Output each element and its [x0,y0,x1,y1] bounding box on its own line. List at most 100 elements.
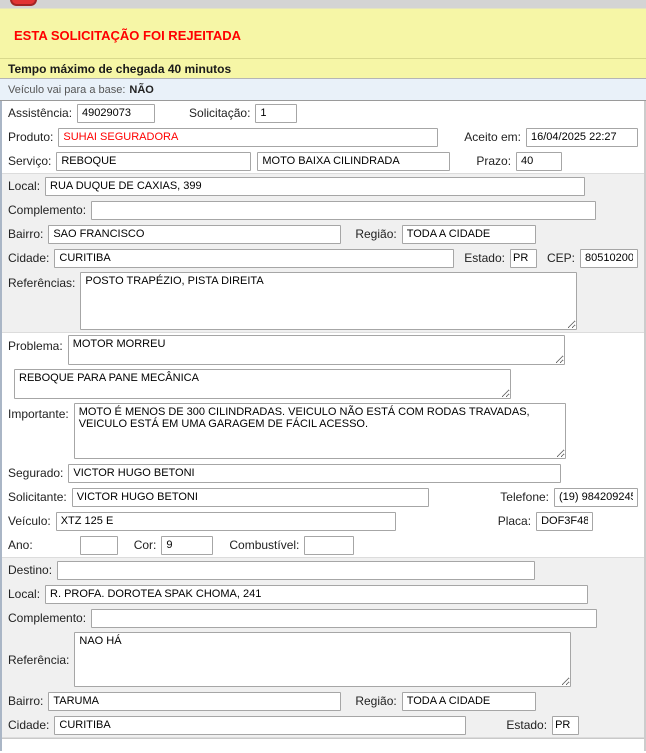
destino-regiao-input[interactable] [402,692,536,711]
destino-estado-label: Estado: [506,718,547,732]
servico-label: Serviço: [8,154,51,168]
bottom-cutoff-strip [2,738,644,745]
prazo-input[interactable] [516,152,562,171]
destino-bairro-label: Bairro: [8,694,43,708]
ano-label: Ano: [8,538,33,552]
destino-referencia-label: Referência: [8,653,69,667]
vehicle-row: Veículo: Placa: [2,509,644,533]
solicitante-input[interactable] [72,488,429,507]
produto-label: Produto: [8,130,53,144]
important-row: Importante: MOTO É MENOS DE 300 CILINDRA… [2,401,644,461]
combustivel-input[interactable] [304,536,354,555]
regiao-input[interactable] [402,225,536,244]
bairro-input[interactable] [48,225,341,244]
local-input[interactable] [45,177,585,196]
destination-city-row: Cidade: Estado: [2,713,644,737]
cep-label: CEP: [547,251,575,265]
destino-complemento-label: Complemento: [8,611,86,625]
assistencia-label: Assistência: [8,106,72,120]
produto-input[interactable] [58,128,438,147]
destino-referencia-textarea[interactable]: NAO HÁ [74,632,571,687]
destino-label: Destino: [8,563,52,577]
problema-textarea[interactable]: MOTOR MORREU [68,335,565,365]
placa-input[interactable] [536,512,593,531]
aceito-em-input[interactable] [526,128,638,147]
destino-cidade-input[interactable] [54,716,466,735]
service-row: Serviço: Prazo: [2,149,644,173]
importante-textarea[interactable]: MOTO É MENOS DE 300 CILINDRADAS. VEICULO… [74,403,566,459]
referencias-label: Referências: [8,272,75,290]
requester-row: Solicitante: Telefone: [2,485,644,509]
referencias-textarea[interactable]: POSTO TRAPÉZIO, PISTA DIREITA [80,272,577,330]
destino-estado-input[interactable] [552,716,579,735]
destination-section: Destino: Local: Complemento: Referência:… [2,557,644,738]
origin-complement-row: Complemento: [2,198,644,222]
destination-local-row: Local: [2,582,644,606]
estado-label: Estado: [464,251,505,265]
rejected-status-icon [10,0,37,6]
servico-input[interactable] [56,152,251,171]
destino-input[interactable] [57,561,535,580]
problema-extra-textarea[interactable]: REBOQUE PARA PANE MECÂNICA [14,369,511,399]
complemento-label: Complemento: [8,203,86,217]
importante-label: Importante: [8,403,69,421]
insured-row: Segurado: [2,461,644,485]
problem-extra-row: REBOQUE PARA PANE MECÂNICA [2,367,644,401]
regiao-label: Região: [355,227,396,241]
destination-reference-row: Referência: NAO HÁ [2,630,644,689]
servico-tipo-input[interactable] [257,152,450,171]
rejected-banner-text: ESTA SOLICITAÇÃO FOI REJEITADA [14,28,241,43]
prazo-label: Prazo: [476,154,511,168]
telefone-label: Telefone: [500,490,549,504]
year-color-fuel-row: Ano: Cor: Combustível: [2,533,644,557]
origin-city-row: Cidade: Estado: CEP: [2,246,644,270]
destino-local-label: Local: [8,587,40,601]
cidade-label: Cidade: [8,251,49,265]
solicitacao-input[interactable] [255,104,297,123]
vehicle-base-label: Veículo vai para a base: [8,84,125,96]
origin-local-row: Local: [2,174,644,198]
telefone-input[interactable] [554,488,638,507]
local-label: Local: [8,179,40,193]
veiculo-input[interactable] [56,512,396,531]
veiculo-label: Veículo: [8,514,51,528]
solicitante-label: Solicitante: [8,490,67,504]
arrival-time-text: Tempo máximo de chegada 40 minutos [8,62,231,76]
segurado-label: Segurado: [8,466,63,480]
segurado-input[interactable] [68,464,561,483]
problema-label: Problema: [8,335,63,353]
destination-complement-row: Complemento: [2,606,644,630]
vehicle-base-strip: Veículo vai para a base: NÃO [0,79,646,101]
destino-local-input[interactable] [45,585,588,604]
origin-address-section: Local: Complemento: Bairro: Região: Cida… [2,173,644,333]
destino-bairro-input[interactable] [48,692,341,711]
destino-cidade-label: Cidade: [8,718,49,732]
ano-input[interactable] [80,536,118,555]
destination-row: Destino: [2,558,644,582]
complemento-input[interactable] [91,201,596,220]
solicitacao-label: Solicitação: [189,106,250,120]
destino-complemento-input[interactable] [91,609,597,628]
destino-regiao-label: Região: [355,694,396,708]
assistencia-input[interactable] [77,104,155,123]
cidade-input[interactable] [54,249,454,268]
cor-label: Cor: [134,538,157,552]
origin-neighborhood-row: Bairro: Região: [2,222,644,246]
assistance-row: Assistência: Solicitação: [2,101,644,125]
arrival-time-banner: Tempo máximo de chegada 40 minutos [0,58,646,79]
rejected-banner: ESTA SOLICITAÇÃO FOI REJEITADA [0,8,646,58]
problem-row: Problema: MOTOR MORREU [2,333,644,367]
vehicle-base-value: NÃO [129,84,153,96]
placa-label: Placa: [498,514,531,528]
combustivel-label: Combustível: [229,538,299,552]
top-cutoff-strip [0,0,646,8]
bairro-label: Bairro: [8,227,43,241]
request-form: Assistência: Solicitação: Produto: Aceit… [0,101,646,751]
cor-input[interactable] [161,536,213,555]
estado-input[interactable] [510,249,537,268]
destination-neighborhood-row: Bairro: Região: [2,689,644,713]
cep-input[interactable] [580,249,638,268]
product-row: Produto: Aceito em: [2,125,644,149]
origin-references-row: Referências: POSTO TRAPÉZIO, PISTA DIREI… [2,270,644,332]
aceito-em-label: Aceito em: [464,130,521,144]
